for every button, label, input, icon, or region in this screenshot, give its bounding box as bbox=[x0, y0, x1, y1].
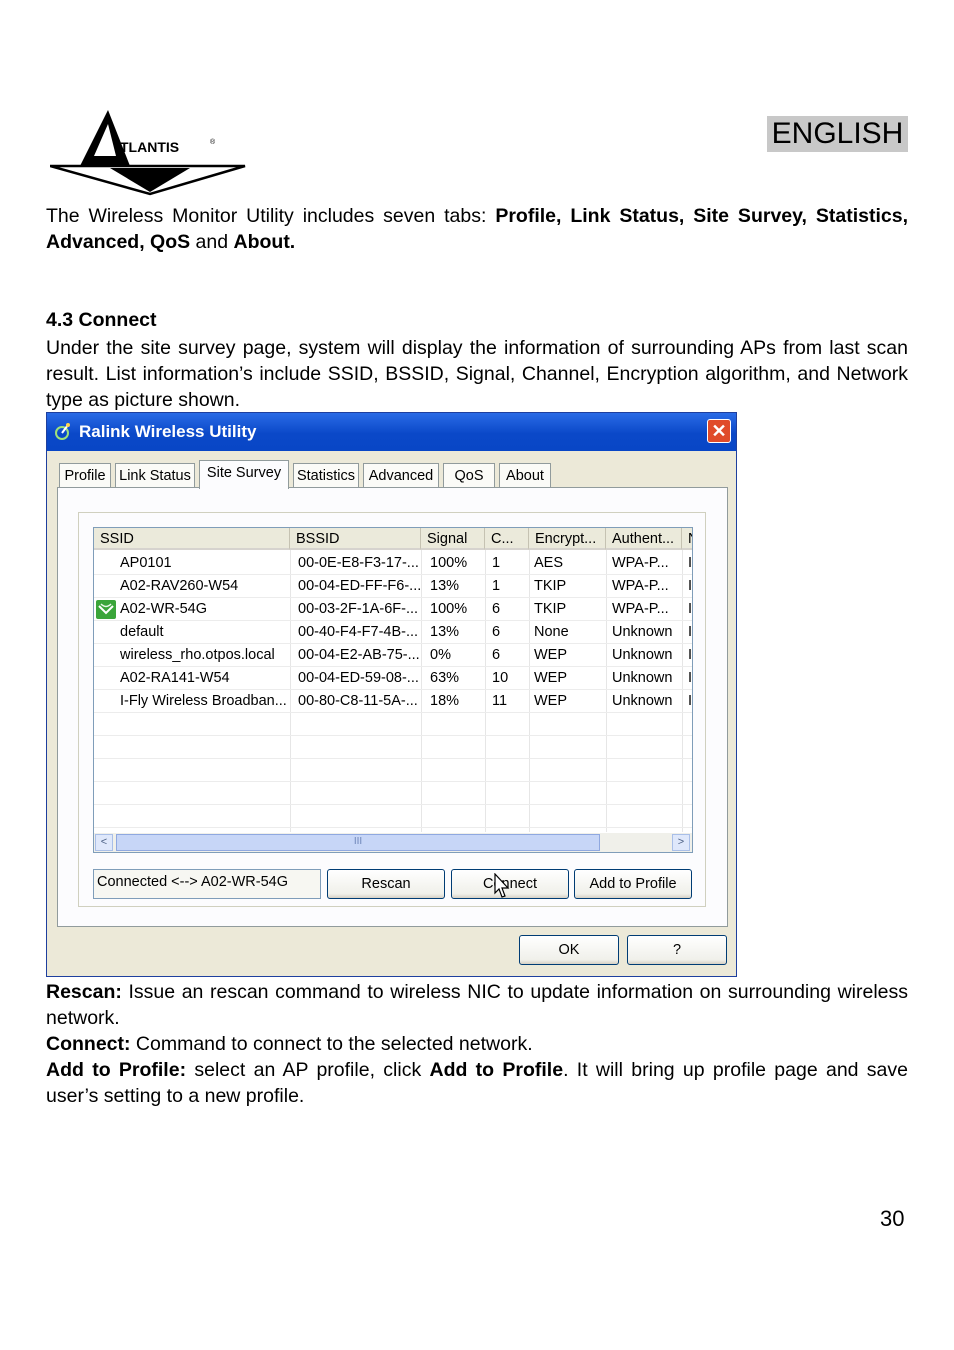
tab-profile[interactable]: Profile bbox=[59, 463, 111, 487]
scroll-right-button[interactable]: > bbox=[672, 834, 690, 851]
mouse-cursor-icon bbox=[494, 873, 510, 898]
title-bar: Ralink Wireless Utility ✕ bbox=[47, 413, 736, 451]
table-row[interactable] bbox=[94, 667, 692, 690]
connect-description: Connect: Command to connect to the selec… bbox=[46, 1031, 908, 1057]
rescan-button[interactable]: Rescan bbox=[327, 869, 445, 899]
add-to-profile-button[interactable]: Add to Profile bbox=[574, 869, 692, 899]
intro-text: The Wireless Monitor Utility includes se… bbox=[46, 205, 496, 227]
help-button[interactable]: ? bbox=[627, 935, 727, 965]
svg-text:AND: AND bbox=[92, 155, 116, 167]
rescan-text: Issue an rescan command to wireless NIC … bbox=[46, 981, 908, 1029]
section-heading: 4.3 Connect bbox=[46, 309, 157, 331]
connected-ap-icon bbox=[96, 600, 116, 619]
column-network-type[interactable]: N bbox=[682, 528, 692, 550]
table-row[interactable] bbox=[94, 621, 692, 644]
intro-about: About. bbox=[233, 231, 296, 253]
table-row[interactable] bbox=[94, 552, 692, 575]
ap-list[interactable]: SSID BSSID Signal C... Encrypt... Authen… bbox=[93, 527, 693, 853]
column-channel[interactable]: C... bbox=[485, 528, 529, 550]
table-row[interactable] bbox=[94, 575, 692, 598]
add-term: Add to Profile: bbox=[46, 1059, 187, 1081]
tab-about[interactable]: About bbox=[499, 463, 551, 487]
site-survey-panel: SSID BSSID Signal C... Encrypt... Authen… bbox=[57, 487, 728, 927]
column-authentication[interactable]: Authent... bbox=[606, 528, 682, 550]
table-row[interactable] bbox=[94, 644, 692, 667]
column-signal[interactable]: Signal bbox=[421, 528, 485, 550]
svg-text:®: ® bbox=[210, 138, 216, 146]
add-text-1: select an AP profile, click bbox=[186, 1059, 430, 1081]
tab-link-status[interactable]: Link Status bbox=[115, 463, 195, 487]
intro-paragraph: The Wireless Monitor Utility includes se… bbox=[46, 203, 908, 255]
add-profile-description: Add to Profile: select an AP profile, cl… bbox=[46, 1057, 908, 1109]
language-badge: ENGLISH bbox=[767, 116, 908, 152]
survey-group: SSID BSSID Signal C... Encrypt... Authen… bbox=[78, 512, 706, 907]
table-row[interactable] bbox=[94, 690, 692, 713]
horizontal-scrollbar[interactable]: < III > bbox=[94, 833, 692, 852]
ralink-app-icon bbox=[55, 423, 70, 440]
connect-text: Command to connect to the selected netwo… bbox=[130, 1033, 533, 1055]
column-ssid[interactable]: SSID bbox=[94, 528, 290, 550]
column-bssid[interactable]: BSSID bbox=[290, 528, 421, 550]
section-body: Under the site survey page, system will … bbox=[46, 337, 908, 411]
ralink-utility-window: Ralink Wireless Utility ✕ Profile Link S… bbox=[46, 412, 737, 977]
intro-and: and bbox=[190, 231, 234, 253]
add-bold: Add to Profile bbox=[429, 1059, 564, 1081]
connect-term: Connect: bbox=[46, 1033, 131, 1055]
connect-button[interactable]: Connect bbox=[451, 869, 569, 899]
rescan-description: Rescan: Issue an rescan command to wirel… bbox=[46, 979, 908, 1031]
tab-statistics[interactable]: Statistics bbox=[293, 463, 359, 487]
connection-status: Connected <--> A02-WR-54G bbox=[93, 869, 321, 899]
scroll-thumb[interactable]: III bbox=[116, 834, 600, 851]
tab-advanced[interactable]: Advanced bbox=[363, 463, 439, 487]
ok-button[interactable]: OK bbox=[519, 935, 619, 965]
page-number: 30 bbox=[880, 1206, 905, 1231]
svg-text:TLANTIS: TLANTIS bbox=[120, 139, 179, 155]
atlantis-logo: TLANTIS AND ® bbox=[50, 110, 246, 196]
scroll-left-button[interactable]: < bbox=[95, 834, 113, 851]
window-title: Ralink Wireless Utility bbox=[79, 422, 257, 441]
tab-qos[interactable]: QoS bbox=[443, 463, 495, 487]
table-row[interactable] bbox=[94, 598, 692, 621]
tab-site-survey[interactable]: Site Survey bbox=[199, 460, 289, 489]
close-button[interactable]: ✕ bbox=[707, 419, 731, 443]
column-encryption[interactable]: Encrypt... bbox=[529, 528, 606, 550]
rescan-term: Rescan: bbox=[46, 981, 122, 1003]
